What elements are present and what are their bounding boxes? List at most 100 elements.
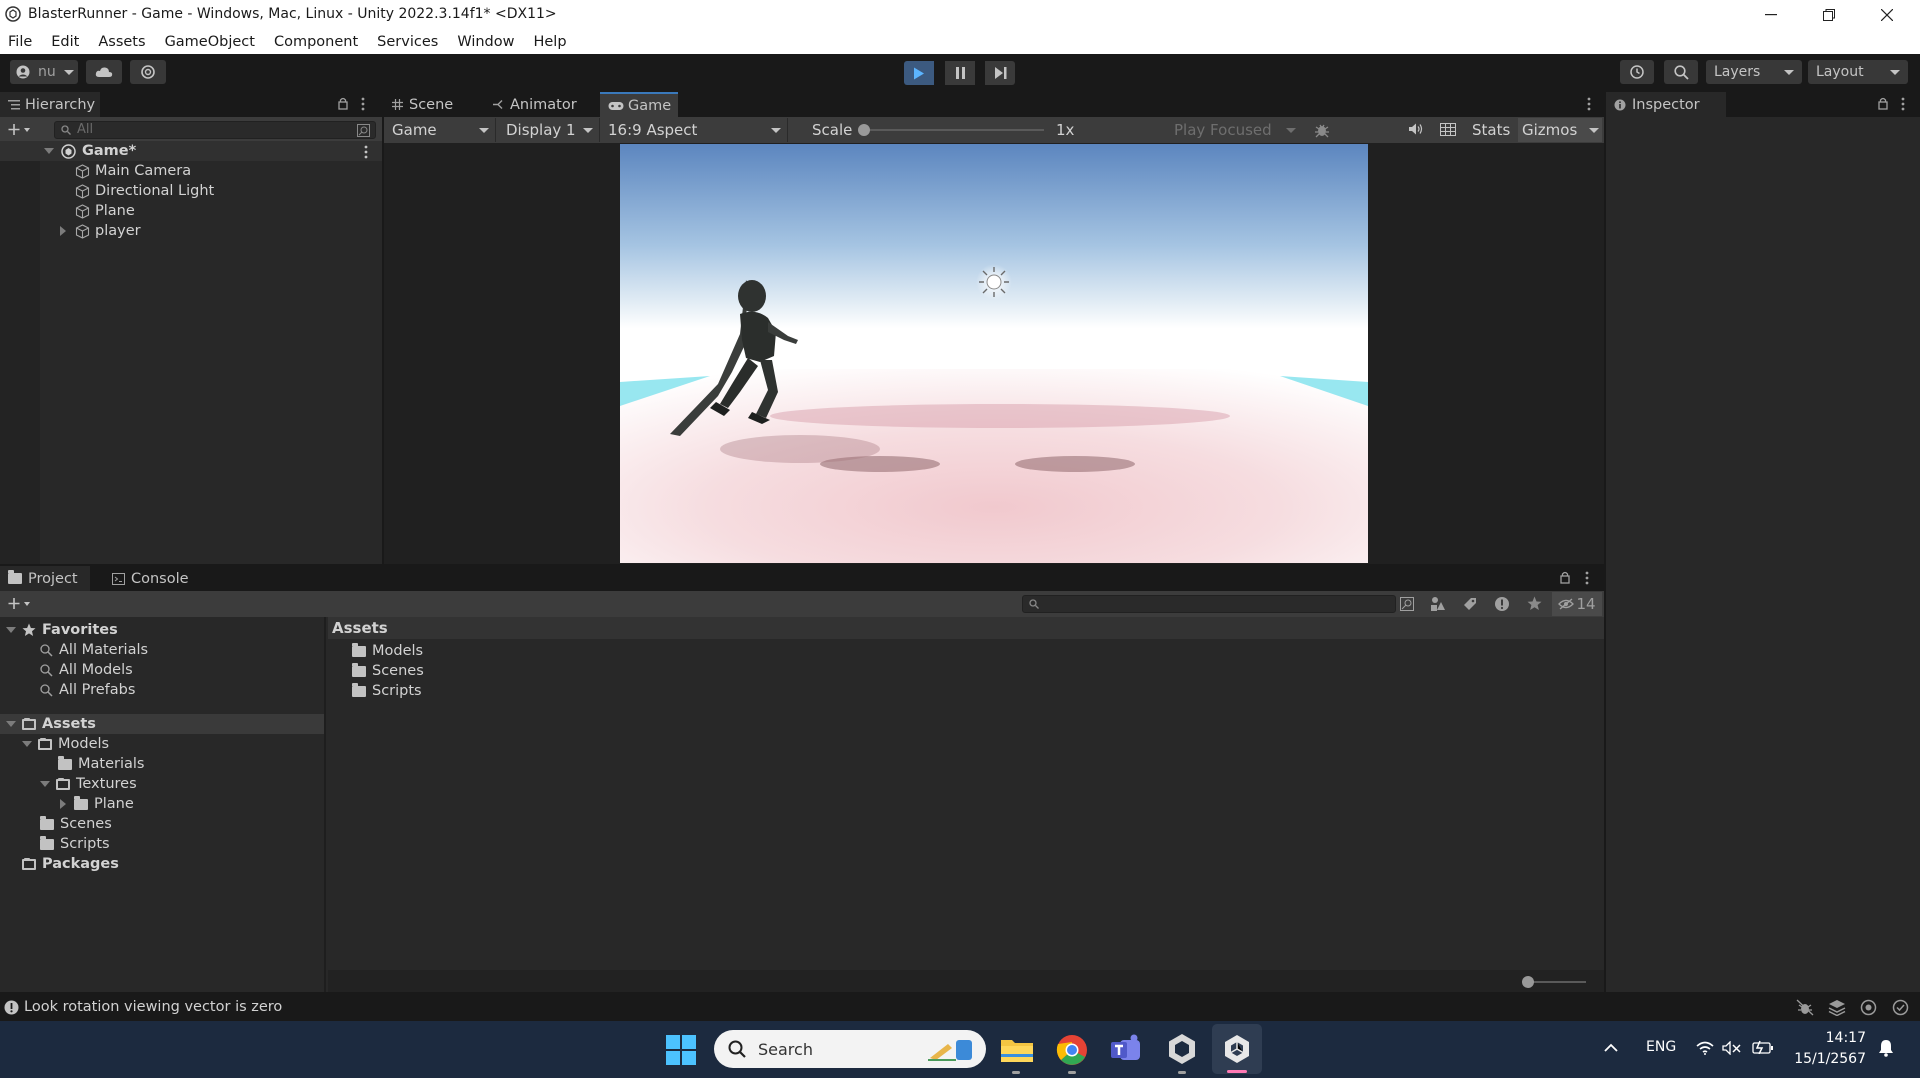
- menu-component[interactable]: Component: [274, 34, 358, 50]
- clock-time[interactable]: 14:17: [1796, 1030, 1866, 1046]
- unity-hub-icon[interactable]: [1166, 1033, 1198, 1065]
- clock-date[interactable]: 15/1/2567: [1786, 1051, 1866, 1067]
- lock-icon[interactable]: [1560, 571, 1570, 584]
- play-mode-select[interactable]: Play Focused: [1166, 118, 1302, 142]
- hierarchy-search-input[interactable]: All: [54, 121, 376, 139]
- add-icon[interactable]: [8, 597, 30, 611]
- notification-bell-icon[interactable]: [1878, 1039, 1894, 1057]
- minimize-button[interactable]: [1742, 0, 1800, 29]
- expand-arrow-icon[interactable]: [60, 226, 66, 236]
- star-icon[interactable]: [1527, 596, 1542, 611]
- tree-materials[interactable]: Materials: [58, 754, 144, 774]
- menu-file[interactable]: File: [8, 34, 32, 50]
- tab-scene[interactable]: Scene: [384, 92, 476, 117]
- search-filter-icon[interactable]: [357, 124, 370, 137]
- scale-slider-thumb[interactable]: [858, 124, 870, 136]
- file-explorer-icon[interactable]: [1000, 1034, 1034, 1064]
- icon-size-slider-thumb[interactable]: [1522, 976, 1534, 988]
- kebab-menu-icon[interactable]: [361, 97, 365, 111]
- expand-arrow-icon[interactable]: [60, 799, 66, 809]
- game-viewport[interactable]: [384, 143, 1604, 564]
- play-button[interactable]: [904, 61, 934, 85]
- tab-game[interactable]: Game: [600, 92, 678, 117]
- layout-dropdown[interactable]: Layout: [1808, 60, 1908, 84]
- collab-button[interactable]: [130, 60, 166, 84]
- hierarchy-item-player[interactable]: player: [60, 221, 141, 241]
- favorite-all-materials[interactable]: All Materials: [40, 640, 148, 660]
- tab-hierarchy[interactable]: Hierarchy: [0, 92, 100, 117]
- restore-button[interactable]: [1800, 0, 1858, 29]
- target-icon[interactable]: [1860, 999, 1877, 1016]
- hierarchy-item-plane[interactable]: Plane: [75, 201, 135, 221]
- menu-assets[interactable]: Assets: [98, 34, 145, 50]
- search-filter-icon[interactable]: [1400, 597, 1414, 611]
- breadcrumb-assets[interactable]: Assets: [332, 619, 388, 637]
- wifi-icon[interactable]: [1696, 1041, 1714, 1055]
- menu-services[interactable]: Services: [377, 34, 438, 50]
- filter-log-icon[interactable]: [1494, 596, 1510, 612]
- tree-scripts[interactable]: Scripts: [40, 834, 110, 854]
- favorite-all-prefabs[interactable]: All Prefabs: [40, 680, 135, 700]
- hierarchy-item-main-camera[interactable]: Main Camera: [75, 161, 191, 181]
- language-indicator[interactable]: ENG: [1646, 1039, 1676, 1055]
- tree-packages[interactable]: Packages: [22, 854, 119, 874]
- asset-item-models[interactable]: Models: [352, 641, 423, 661]
- teams-icon[interactable]: [1110, 1034, 1142, 1064]
- step-button[interactable]: [985, 61, 1015, 85]
- menu-help[interactable]: Help: [533, 34, 566, 50]
- tab-animator[interactable]: Animator: [484, 92, 584, 117]
- close-button[interactable]: [1858, 0, 1916, 29]
- status-message[interactable]: Look rotation viewing vector is zero: [24, 999, 282, 1015]
- icon-size-slider[interactable]: [1522, 976, 1586, 988]
- tree-textures[interactable]: Textures: [40, 774, 137, 794]
- kebab-menu-icon[interactable]: [1587, 97, 1591, 111]
- asset-item-scenes[interactable]: Scenes: [352, 661, 424, 681]
- taskbar-search-box[interactable]: Search: [714, 1030, 986, 1068]
- kebab-menu-icon[interactable]: [1585, 571, 1589, 585]
- windows-start-icon[interactable]: [666, 1035, 696, 1065]
- layers-dropdown[interactable]: Layers: [1706, 60, 1802, 84]
- menu-edit[interactable]: Edit: [51, 34, 79, 50]
- aspect-select[interactable]: 16:9 Aspect: [602, 118, 788, 142]
- display-select[interactable]: Display 1: [498, 118, 600, 142]
- undo-history-button[interactable]: [1620, 60, 1654, 84]
- favorite-all-models[interactable]: All Models: [40, 660, 133, 680]
- gizmo-grid-icon[interactable]: [1440, 123, 1456, 136]
- tab-project[interactable]: Project: [0, 566, 90, 591]
- chevron-up-icon[interactable]: [1604, 1043, 1618, 1053]
- lock-icon[interactable]: [338, 97, 348, 110]
- add-icon[interactable]: [8, 123, 30, 137]
- kebab-menu-icon[interactable]: [1901, 97, 1905, 111]
- tab-inspector[interactable]: Inspector: [1606, 92, 1726, 117]
- mute-audio-icon[interactable]: [1408, 122, 1424, 136]
- asset-item-scripts[interactable]: Scripts: [352, 681, 422, 701]
- tree-assets[interactable]: Assets: [0, 714, 324, 734]
- gizmos-button[interactable]: Gizmos: [1518, 118, 1602, 142]
- account-dropdown[interactable]: nu: [10, 60, 78, 84]
- pause-button[interactable]: [945, 61, 975, 85]
- chrome-icon[interactable]: [1056, 1034, 1088, 1066]
- filter-label-icon[interactable]: [1462, 596, 1478, 612]
- stats-button[interactable]: Stats: [1472, 121, 1510, 139]
- battery-icon[interactable]: [1752, 1040, 1774, 1054]
- scene-menu-icon[interactable]: [364, 145, 368, 159]
- tree-plane[interactable]: Plane: [60, 794, 134, 814]
- lock-icon[interactable]: [1878, 97, 1888, 110]
- bug-icon[interactable]: [1314, 122, 1330, 138]
- scale-slider[interactable]: [858, 124, 1044, 136]
- menu-gameobject[interactable]: GameObject: [165, 34, 255, 50]
- search-button[interactable]: [1664, 60, 1698, 84]
- check-circle-icon[interactable]: [1892, 999, 1909, 1016]
- scene-row[interactable]: Game*: [0, 141, 382, 161]
- view-select[interactable]: Game: [386, 118, 496, 142]
- speaker-muted-icon[interactable]: [1722, 1041, 1742, 1055]
- hierarchy-item-directional-light[interactable]: Directional Light: [75, 181, 214, 201]
- bug-off-icon[interactable]: [1796, 999, 1814, 1016]
- cloud-button[interactable]: [86, 60, 122, 84]
- layers-stack-icon[interactable]: [1828, 999, 1846, 1016]
- unity-editor-taskbar-button[interactable]: [1212, 1024, 1262, 1074]
- menu-window[interactable]: Window: [457, 34, 514, 50]
- tab-console[interactable]: Console: [104, 566, 204, 591]
- hidden-packages-toggle[interactable]: 14: [1552, 592, 1602, 616]
- tree-favorites[interactable]: Favorites: [6, 620, 118, 640]
